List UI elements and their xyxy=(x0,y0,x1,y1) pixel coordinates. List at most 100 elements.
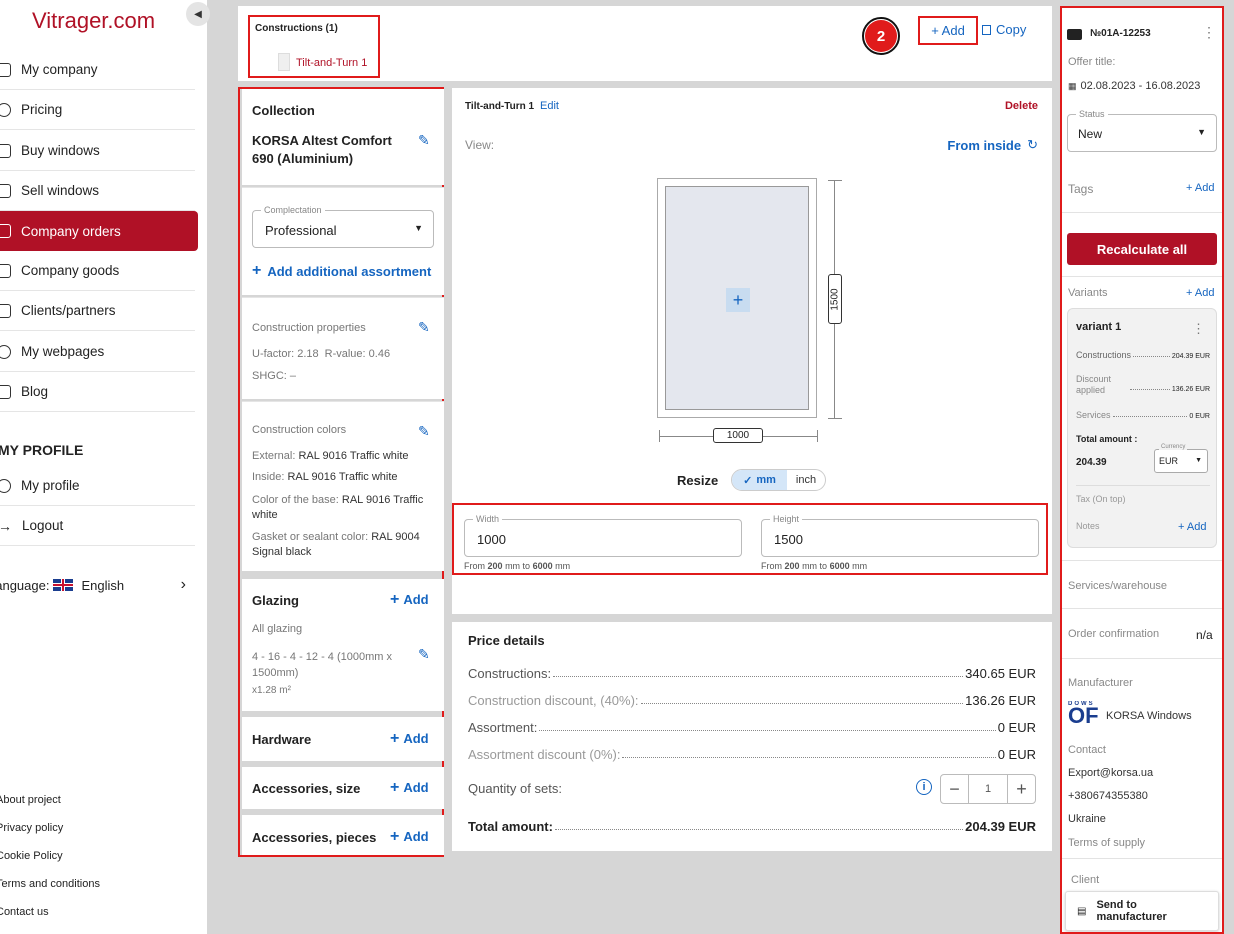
add-accessories-size-button[interactable]: + Add xyxy=(390,779,429,797)
view-toggle[interactable]: From inside ↻ xyxy=(947,137,1038,153)
sidebar-item-sell-windows[interactable]: Sell windows xyxy=(0,171,195,211)
language-value: English xyxy=(81,577,125,593)
unit-mm-button[interactable]: ✓ mm xyxy=(732,470,787,490)
construction-thumbnail[interactable] xyxy=(278,53,290,71)
color-external-value: RAL 9016 Traffic white xyxy=(298,450,409,462)
sidebar-item-label: My company xyxy=(21,62,98,77)
logo[interactable]: Vitrager.com xyxy=(32,8,155,34)
client-label: Client xyxy=(1071,874,1100,886)
footer-link-privacy[interactable]: Privacy policy xyxy=(0,822,63,834)
range-unit: mm xyxy=(852,561,868,571)
edit-collection-pencil-icon[interactable]: ✎ xyxy=(418,133,432,147)
contact-email[interactable]: Export@korsa.ua xyxy=(1068,767,1153,779)
footer-link-terms[interactable]: Terms and conditions xyxy=(0,878,100,890)
sidebar-item-blog[interactable]: Blog xyxy=(0,372,195,412)
currency-select[interactable]: Currency EUR ▼ xyxy=(1154,444,1208,473)
terms-of-supply-link[interactable]: Terms of supply xyxy=(1068,837,1145,849)
language-selector[interactable]: Language: English › xyxy=(0,576,198,594)
decrement-button[interactable]: − xyxy=(941,775,969,803)
unit-mm-label: mm xyxy=(756,474,776,486)
add-glazing-button[interactable]: + Add xyxy=(390,591,429,609)
complectation-label: Complectation xyxy=(261,205,325,215)
add-note-button[interactable]: + Add xyxy=(1178,521,1206,533)
recalculate-all-button[interactable]: Recalculate all xyxy=(1067,233,1217,265)
range-mid: mm to xyxy=(802,561,828,571)
unit-toggle: ✓ mm inch xyxy=(731,469,826,491)
contact-phone[interactable]: +380674355380 xyxy=(1068,790,1148,802)
editor-construction-name: Tilt-and-Turn 1 xyxy=(465,101,535,112)
height-input[interactable]: Height 1500 xyxy=(761,514,1039,557)
sidebar-item-pricing[interactable]: Pricing xyxy=(0,90,195,130)
caret-down-icon: ▼ xyxy=(1195,457,1202,464)
add-variant-button[interactable]: + Add xyxy=(1186,287,1214,299)
range-mid: mm to xyxy=(505,561,531,571)
variant-discount-row: 136.26 EUR xyxy=(1128,386,1210,393)
complectation-select[interactable]: Complectation Professional ▼ xyxy=(252,205,434,248)
sidebar-item-company-orders[interactable]: Company orders xyxy=(0,211,198,251)
construction-colors-title: Construction colors xyxy=(252,424,347,436)
accessories-size-title: Accessories, size xyxy=(252,781,361,796)
color-external: External: RAL 9016 Traffic white xyxy=(252,450,438,462)
sidebar-item-company-goods[interactable]: Company goods xyxy=(0,251,195,291)
contact-country: Ukraine xyxy=(1068,813,1106,825)
sidebar-item-logout[interactable]: → Logout xyxy=(0,506,195,546)
edit-construction-link[interactable]: Edit xyxy=(540,100,559,112)
constructions-list: Constructions (1) Tilt-and-Turn 1 xyxy=(248,15,380,78)
unit-inch-button[interactable]: inch xyxy=(787,470,825,490)
window-sash[interactable]: + xyxy=(665,186,809,410)
edit-colors-pencil-icon[interactable]: ✎ xyxy=(418,424,432,438)
edit-properties-pencil-icon[interactable]: ✎ xyxy=(418,320,432,334)
sidebar-item-my-company[interactable]: My company xyxy=(0,50,195,90)
color-inside-label: Inside: xyxy=(252,471,285,483)
sidebar-item-buy-windows[interactable]: Buy windows xyxy=(0,131,195,171)
copy-construction-button[interactable]: Copy xyxy=(982,22,1026,37)
price-total-value: 204.39 EUR xyxy=(965,819,1036,834)
status-value: New xyxy=(1078,127,1103,141)
sidebar-item-my-webpages[interactable]: My webpages xyxy=(0,332,195,372)
sidebar-item-label: Buy windows xyxy=(21,143,100,158)
services-warehouse-link[interactable]: Services/warehouse xyxy=(1068,580,1167,592)
send-to-manufacturer-button[interactable]: ▤ Send to manufacturer xyxy=(1065,891,1219,931)
variant-more-icon[interactable]: ⋮ xyxy=(1192,321,1205,337)
width-dimension-label[interactable]: 1000 xyxy=(713,428,763,443)
sidebar-item-label: My profile xyxy=(21,478,80,493)
footer-link-cookie[interactable]: Cookie Policy xyxy=(0,850,63,862)
variant-card[interactable]: variant 1 ⋮ Constructions 204.39 EUR Disc… xyxy=(1067,308,1217,548)
add-tag-button[interactable]: + Add xyxy=(1186,182,1214,194)
sidebar: Vitrager.com ◀ My company Pricing Buy wi… xyxy=(0,0,210,934)
add-assortment-button[interactable]: + Add additional assortment xyxy=(252,262,431,280)
add-accessories-pieces-button[interactable]: + Add xyxy=(390,828,429,846)
sidebar-item-my-profile[interactable]: My profile xyxy=(0,466,195,506)
shgc-value: SHGC: – xyxy=(252,370,297,382)
edit-glazing-pencil-icon[interactable]: ✎ xyxy=(418,647,432,661)
accessories-pieces-title: Accessories, pieces xyxy=(252,830,377,845)
contact-label: Contact xyxy=(1068,744,1106,756)
footer-link-about[interactable]: About project xyxy=(0,794,61,806)
footer-link-contact[interactable]: Contact us xyxy=(0,906,49,918)
delete-construction-button[interactable]: Delete xyxy=(1005,100,1038,112)
variant-row-value: 136.26 EUR xyxy=(1171,386,1210,393)
plus-icon: + xyxy=(390,730,400,747)
height-dimension-label[interactable]: 1500 xyxy=(828,274,842,324)
price-title: Price details xyxy=(468,633,545,648)
copy-icon xyxy=(982,24,991,35)
add-hardware-button[interactable]: + Add xyxy=(390,730,429,748)
add-element-plus-icon[interactable]: + xyxy=(726,288,750,312)
sidebar-item-label: Logout xyxy=(22,518,64,533)
tags-label: Tags xyxy=(1068,182,1094,196)
collapse-sidebar-button[interactable]: ◀ xyxy=(186,2,210,26)
resize-label: Resize xyxy=(677,473,719,488)
info-icon[interactable]: i xyxy=(916,779,932,795)
add-construction-button[interactable]: + Add xyxy=(918,16,978,45)
increment-button[interactable]: + xyxy=(1007,775,1035,803)
plus-icon: + xyxy=(390,779,400,796)
construction-item[interactable]: Tilt-and-Turn 1 xyxy=(296,57,367,69)
width-dimension-tick xyxy=(659,430,660,442)
step-badge-number: 2 xyxy=(865,20,897,52)
more-options-icon[interactable]: ⋮ xyxy=(1202,24,1216,41)
view-value: From inside xyxy=(947,137,1022,153)
sidebar-item-clients-partners[interactable]: Clients/partners xyxy=(0,291,195,331)
width-input[interactable]: Width 1000 xyxy=(464,514,742,557)
quantity-value[interactable]: 1 xyxy=(969,783,1007,795)
status-select[interactable]: Status New ▼ xyxy=(1067,109,1217,152)
